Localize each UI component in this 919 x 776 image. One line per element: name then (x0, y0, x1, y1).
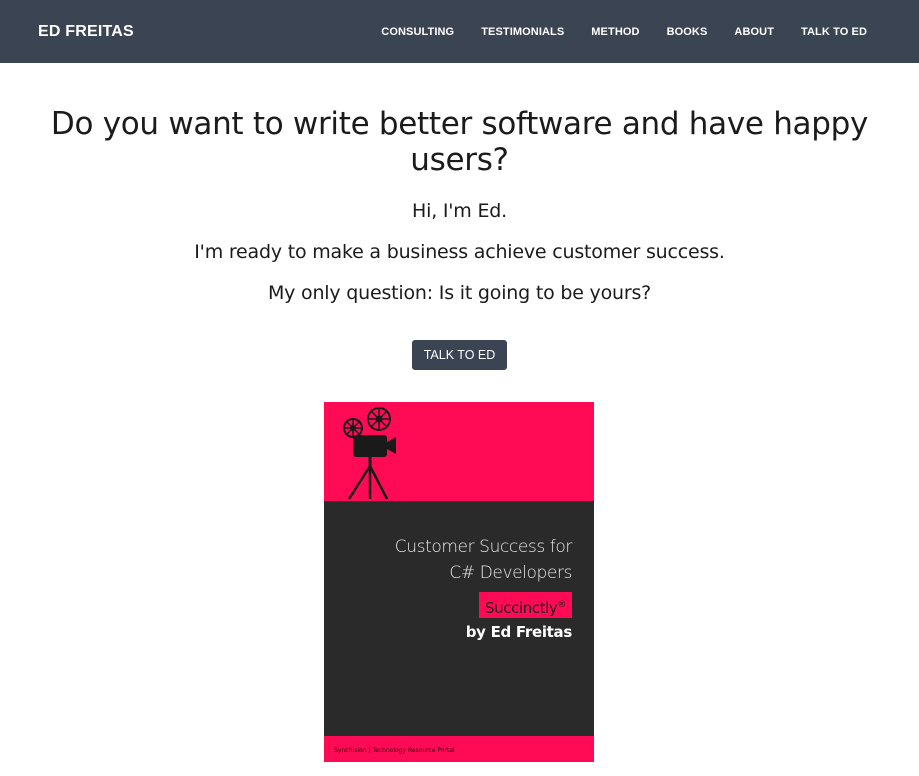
book-title: Customer Success for C# Developers (394, 534, 573, 586)
book-title-line-2: C# Developers (449, 563, 572, 583)
nav-link-method[interactable]: METHOD (591, 26, 639, 38)
nav-link-talk-to-ed[interactable]: TALK TO ED (801, 26, 867, 38)
book-cover-bottom-band: Syncfusion | Technology Resource Portal (324, 736, 594, 762)
hero-section: Do you want to write better software and… (0, 106, 919, 304)
nav-link-about[interactable]: ABOUT (734, 26, 774, 38)
brand-logo[interactable]: ED FREITAS (38, 23, 134, 41)
book-series-label: Succinctly (485, 599, 558, 617)
hero-headline: Do you want to write better software and… (50, 106, 869, 178)
hero-question: My only question: Is it going to be your… (267, 282, 652, 304)
book-series-mark: ® (557, 600, 566, 610)
book-cover[interactable]: Customer Success for C# Developers Succi… (324, 402, 594, 762)
nav-link-books[interactable]: BOOKS (667, 26, 708, 38)
hero-greeting: Hi, I'm Ed. (412, 200, 507, 222)
book-author: by Ed Freitas (465, 623, 573, 641)
book-publisher: Syncfusion | Technology Resource Portal (334, 747, 455, 754)
film-camera-icon (343, 407, 396, 500)
book-title-line-1: Customer Success for (394, 537, 573, 557)
hero-pitch: I'm ready to make a business achieve cus… (194, 241, 725, 263)
top-navbar: ED FREITAS CONSULTING TESTIMONIALS METHO… (0, 0, 919, 63)
nav-menu: CONSULTING TESTIMONIALS METHOD BOOKS ABO… (381, 26, 881, 38)
nav-link-testimonials[interactable]: TESTIMONIALS (481, 26, 564, 38)
nav-link-consulting[interactable]: CONSULTING (381, 26, 454, 38)
book-series-badge: Succinctly® (479, 592, 572, 618)
talk-to-ed-button[interactable]: TALK TO ED (412, 340, 507, 370)
